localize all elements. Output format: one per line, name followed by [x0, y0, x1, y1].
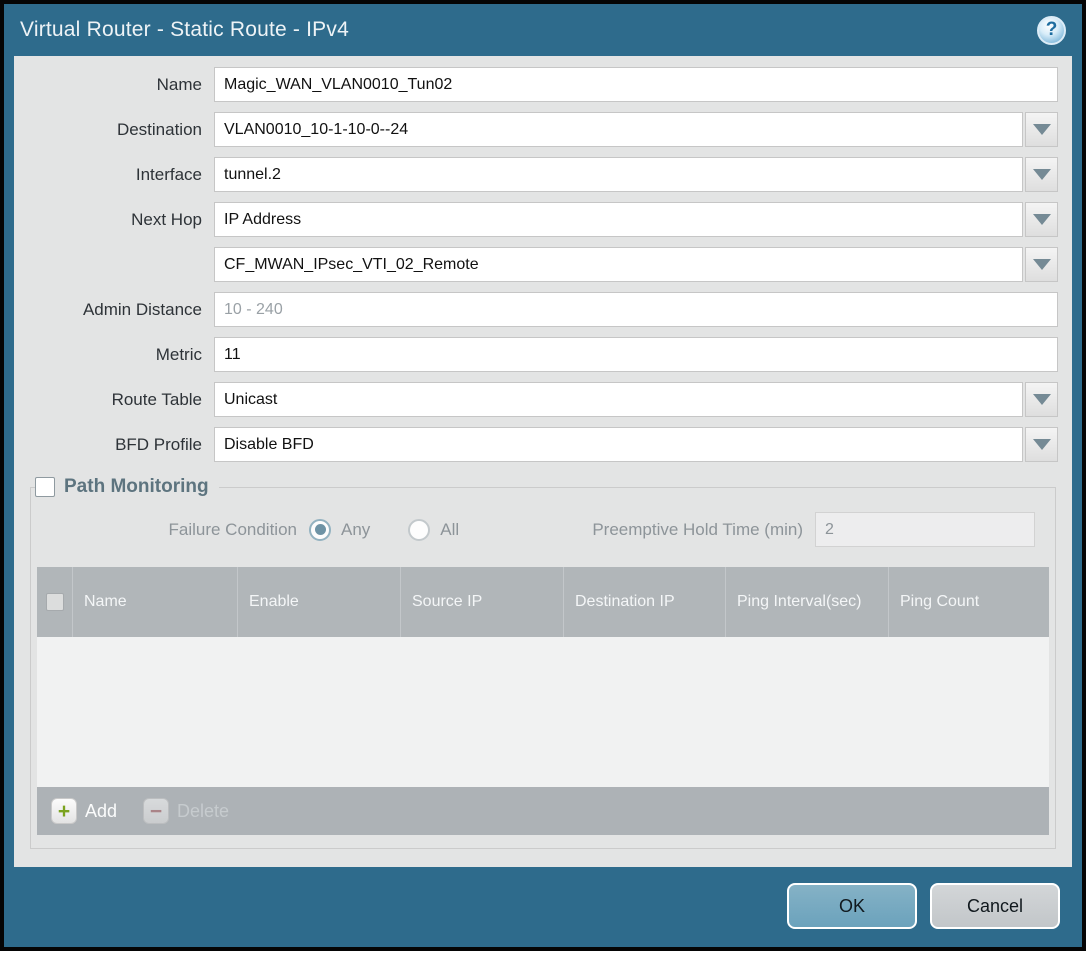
preemptive-hold-time-label: Preemptive Hold Time (min)	[592, 520, 815, 540]
name-row: Name	[14, 67, 1058, 102]
select-all-checkbox[interactable]	[46, 593, 64, 611]
table-empty-body	[37, 637, 1049, 787]
metric-input[interactable]	[214, 337, 1058, 372]
destination-input[interactable]	[214, 112, 1023, 147]
delete-button[interactable]: − Delete	[143, 798, 229, 824]
interface-row: Interface	[14, 157, 1058, 192]
chevron-down-icon	[1033, 214, 1051, 225]
ok-button[interactable]: OK	[787, 883, 917, 929]
table-toolbar: + Add − Delete	[37, 787, 1049, 835]
next-hop-address-input[interactable]	[214, 247, 1023, 282]
plus-icon: +	[51, 798, 77, 824]
dialog-titlebar: Virtual Router - Static Route - IPv4 ?	[4, 4, 1082, 56]
interface-input[interactable]	[214, 157, 1023, 192]
name-label: Name	[14, 75, 214, 95]
dialog-footer: OK Cancel	[4, 867, 1082, 951]
route-table-row: Route Table	[14, 382, 1058, 417]
metric-row: Metric	[14, 337, 1058, 372]
next-hop-type-row: Next Hop	[14, 202, 1058, 237]
table-header-destination-ip[interactable]: Destination IP	[564, 567, 726, 637]
help-icon[interactable]: ?	[1037, 16, 1066, 45]
table-header-ping-interval[interactable]: Ping Interval(sec)	[726, 567, 889, 637]
table-header-name[interactable]: Name	[73, 567, 238, 637]
table-header-row: Name Enable Source IP Destination IP Pin…	[37, 567, 1049, 637]
static-route-dialog: Virtual Router - Static Route - IPv4 ? N…	[0, 0, 1086, 951]
table-header-source-ip[interactable]: Source IP	[401, 567, 564, 637]
route-table-dropdown-button[interactable]	[1025, 382, 1058, 417]
chevron-down-icon	[1033, 259, 1051, 270]
path-monitoring-checkbox[interactable]	[35, 477, 55, 497]
preemptive-hold-time-input[interactable]	[815, 512, 1035, 547]
table-header-checkbox-cell	[37, 567, 73, 637]
failure-condition-label: Failure Condition	[37, 520, 309, 540]
destination-row: Destination	[14, 112, 1058, 147]
bfd-profile-row: BFD Profile	[14, 427, 1058, 462]
monitored-destinations-table: Name Enable Source IP Destination IP Pin…	[37, 567, 1049, 835]
chevron-down-icon	[1033, 394, 1051, 405]
next-hop-address-dropdown-button[interactable]	[1025, 247, 1058, 282]
dialog-content: Name Destination Interface Next Hop	[14, 56, 1072, 867]
route-table-label: Route Table	[14, 390, 214, 410]
chevron-down-icon	[1033, 439, 1051, 450]
add-button-label: Add	[85, 801, 117, 822]
chevron-down-icon	[1033, 169, 1051, 180]
admin-distance-row: Admin Distance	[14, 292, 1058, 327]
next-hop-type-input[interactable]	[214, 202, 1023, 237]
dialog-title: Virtual Router - Static Route - IPv4	[20, 18, 349, 42]
bfd-profile-dropdown-button[interactable]	[1025, 427, 1058, 462]
interface-dropdown-button[interactable]	[1025, 157, 1058, 192]
destination-label: Destination	[14, 120, 214, 140]
next-hop-address-row	[14, 247, 1058, 282]
path-monitoring-legend: Path Monitoring	[35, 476, 219, 498]
delete-button-label: Delete	[177, 801, 229, 822]
destination-dropdown-button[interactable]	[1025, 112, 1058, 147]
table-header-ping-count[interactable]: Ping Count	[889, 567, 1049, 637]
name-input[interactable]	[214, 67, 1058, 102]
admin-distance-label: Admin Distance	[14, 300, 214, 320]
failure-condition-any-radio[interactable]	[309, 519, 331, 541]
bfd-profile-label: BFD Profile	[14, 435, 214, 455]
path-monitoring-section: Path Monitoring Failure Condition Any Al…	[30, 476, 1056, 849]
next-hop-label: Next Hop	[14, 210, 214, 230]
table-header-enable[interactable]: Enable	[238, 567, 401, 637]
cancel-button[interactable]: Cancel	[930, 883, 1060, 929]
add-button[interactable]: + Add	[51, 798, 117, 824]
failure-condition-all-label: All	[440, 520, 459, 540]
failure-condition-any-label: Any	[341, 520, 370, 540]
failure-condition-all-radio[interactable]	[408, 519, 430, 541]
path-monitoring-title: Path Monitoring	[64, 476, 209, 498]
admin-distance-input[interactable]	[214, 292, 1058, 327]
next-hop-type-dropdown-button[interactable]	[1025, 202, 1058, 237]
metric-label: Metric	[14, 345, 214, 365]
bfd-profile-input[interactable]	[214, 427, 1023, 462]
failure-condition-row: Failure Condition Any All Preemptive Hol…	[37, 512, 1035, 547]
interface-label: Interface	[14, 165, 214, 185]
chevron-down-icon	[1033, 124, 1051, 135]
route-table-input[interactable]	[214, 382, 1023, 417]
minus-icon: −	[143, 798, 169, 824]
